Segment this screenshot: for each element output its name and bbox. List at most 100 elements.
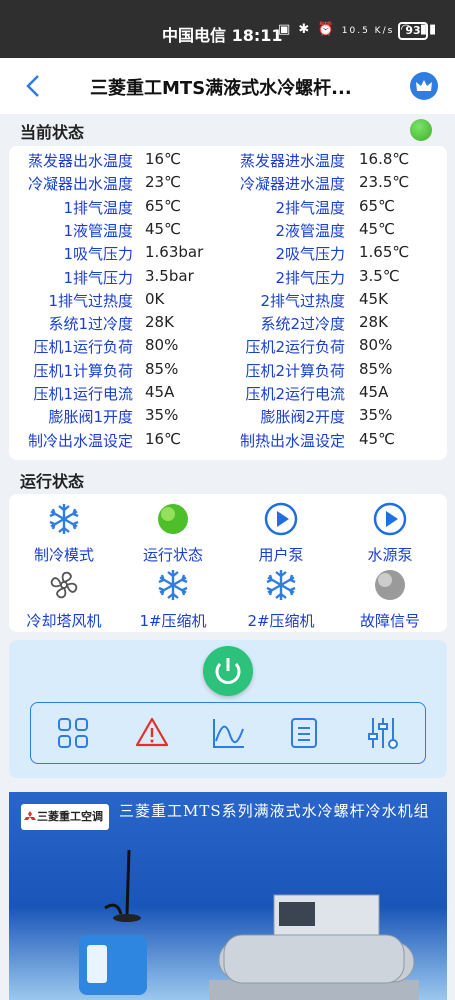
green-light-icon (123, 502, 223, 540)
brand-logo: 三菱重工空调 (21, 804, 109, 830)
run-status-label: 制冷模式 (33, 546, 94, 564)
param-value: 45℃ (359, 429, 395, 448)
param-label: 压机1运行电流 (33, 385, 133, 403)
param-value: 45K (359, 289, 388, 308)
run-status-item[interactable]: 2#压缩机 (231, 568, 331, 631)
param-label: 膨胀阀2开度 (260, 408, 345, 427)
warning-icon[interactable] (135, 716, 169, 748)
page-title: 三菱重工MTS满液式水冷螺杆... (90, 78, 352, 99)
param-value: 3.5bar (145, 266, 194, 285)
param-value: 16℃ (145, 150, 181, 168)
param-value: 28K (359, 313, 388, 332)
snowflake-icon (14, 502, 114, 540)
param-value: 28K (145, 313, 174, 332)
crown-icon[interactable] (410, 72, 438, 100)
param-label: 冷凝器出水温度 (27, 175, 133, 194)
param-value: 45℃ (145, 219, 181, 238)
chiller-product-image (79, 849, 419, 1000)
param-label: 压机2运行负荷 (245, 338, 345, 357)
chevron-left-icon[interactable] (22, 72, 46, 100)
play-icon (231, 502, 331, 540)
param-value: 80% (145, 336, 179, 355)
run-status-item[interactable]: 故障信号 (340, 568, 440, 631)
param-value: 35% (145, 406, 179, 425)
run-status-label: 故障信号 (359, 612, 420, 630)
carrier-time: 中国电信 18:11 (162, 26, 283, 45)
param-value: 80% (359, 336, 393, 355)
power-button[interactable] (203, 646, 253, 696)
params-card: 蒸发器出水温度 16℃ 蒸发器进水温度 16.8℃ 冷凝器出水温度 23℃ 冷凝器进水温度 2… (9, 146, 447, 460)
run-status-item[interactable]: 制冷模式 (14, 502, 114, 565)
product-banner: 三菱重工空调 三菱重工MTS系列满液式水冷螺杆冷水机组 (9, 792, 447, 1000)
param-value: 23.5℃ (359, 173, 410, 192)
param-value: 45A (359, 383, 389, 401)
param-value: 3.5℃ (359, 266, 400, 285)
param-label: 2排气压力 (275, 268, 345, 287)
param-value: 85% (359, 359, 393, 378)
list-icon[interactable] (289, 717, 319, 749)
param-value: 16.8℃ (359, 150, 410, 168)
run-status-label: 运行状态 (142, 546, 203, 564)
banner-headline: 三菱重工MTS系列满液式水冷螺杆冷水机组 (119, 802, 430, 820)
param-label: 压机2运行电流 (245, 385, 345, 403)
param-label: 1排气过热度 (48, 291, 133, 310)
param-value: 23℃ (145, 173, 181, 192)
snowflake-icon (231, 568, 331, 606)
param-label: 制热出水温设定 (239, 431, 345, 450)
run-status-item[interactable]: 运行状态 (123, 502, 223, 565)
section-title-run: 运行状态 (20, 472, 85, 491)
battery-icon: 93 (398, 22, 428, 40)
section-title-current: 当前状态 (20, 123, 85, 142)
param-label: 蒸发器进水温度 (239, 152, 345, 170)
play-icon (340, 502, 440, 540)
param-value: 1.65℃ (359, 243, 410, 262)
run-status-label: 用户泵 (258, 546, 304, 564)
status-bar: 中国电信 18:11 ▣ ✱ ⏰ 10.5 K/s ◠ ▮▮ 93 (0, 0, 455, 58)
param-label: 制冷出水温设定 (27, 431, 133, 450)
param-value: 0K (145, 289, 165, 308)
param-value: 65℃ (359, 196, 395, 215)
param-label: 膨胀阀1开度 (48, 408, 133, 427)
run-status-card: 制冷模式 运行状态 用户泵 水源泵冷却塔风机 1#压缩机 2#压缩机 故障信号 (9, 494, 447, 632)
snowflake-icon (123, 568, 223, 606)
param-value: 45A (145, 383, 175, 401)
param-value: 45℃ (359, 219, 395, 238)
param-label: 压机1计算负荷 (33, 361, 133, 380)
status-indicator-icon (410, 119, 432, 141)
param-label: 蒸发器出水温度 (27, 152, 133, 170)
app-header: 三菱重工MTS满液式水冷螺杆... (0, 58, 455, 114)
param-value: 65℃ (145, 196, 181, 215)
run-status-label: 1#压缩机 (139, 612, 207, 630)
run-status-label: 水源泵 (367, 546, 413, 564)
fan-icon (14, 568, 114, 606)
param-label: 2吸气压力 (275, 245, 345, 264)
param-label: 1吸气压力 (63, 245, 133, 264)
chart-icon[interactable] (212, 717, 246, 749)
grid-icon[interactable] (57, 717, 89, 749)
run-status-label: 2#压缩机 (247, 612, 315, 630)
sliders-icon[interactable] (366, 716, 400, 750)
param-label: 1液管温度 (63, 221, 133, 240)
param-value: 1.63bar (145, 243, 204, 262)
param-label: 2液管温度 (275, 221, 345, 240)
param-label: 系统1过冷度 (48, 315, 133, 334)
param-value: 35% (359, 406, 393, 425)
run-status-item[interactable]: 1#压缩机 (123, 568, 223, 631)
run-status-item[interactable]: 用户泵 (231, 502, 331, 565)
param-label: 1排气温度 (63, 198, 133, 217)
run-status-item[interactable]: 水源泵 (340, 502, 440, 565)
toolbar (30, 702, 426, 764)
param-label: 冷凝器进水温度 (239, 175, 345, 194)
param-value: 16℃ (145, 429, 181, 448)
param-label: 1排气压力 (63, 268, 133, 287)
gray-light-icon (340, 568, 440, 606)
param-label: 系统2过冷度 (260, 315, 345, 334)
mitsubishi-logo-icon (24, 811, 36, 820)
param-label: 压机1运行负荷 (33, 338, 133, 357)
param-label: 2排气过热度 (260, 291, 345, 310)
param-value: 85% (145, 359, 179, 378)
param-label: 2排气温度 (275, 198, 345, 217)
param-label: 压机2计算负荷 (245, 361, 345, 380)
run-status-item[interactable]: 冷却塔风机 (14, 568, 114, 631)
power-icon (215, 658, 241, 684)
